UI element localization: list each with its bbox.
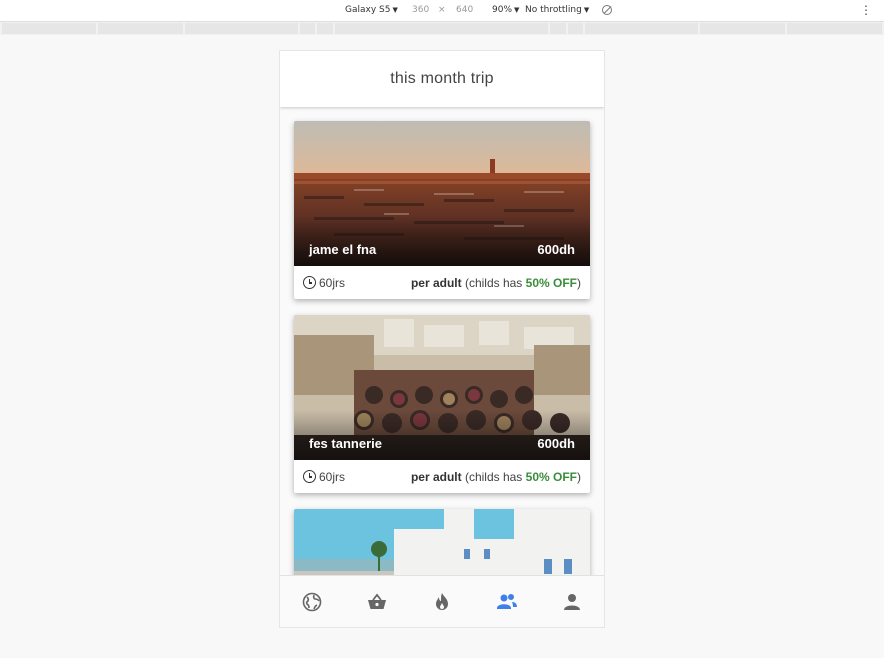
childs-label: (childs has xyxy=(461,275,526,290)
trip-card[interactable] xyxy=(294,509,590,577)
per-adult-label: per adult xyxy=(410,469,462,484)
more-options-icon[interactable]: ⋮ xyxy=(860,3,872,17)
trip-title: jame el fna xyxy=(309,242,377,257)
zoom-label: 90% xyxy=(492,5,513,15)
trip-image xyxy=(294,509,590,577)
nav-profile[interactable] xyxy=(552,582,592,622)
trip-footer: 60jrs per adult (childs has 50% OFF) xyxy=(294,266,590,299)
trip-title: fes tannerie xyxy=(309,436,382,451)
trip-card[interactable]: fes tannerie 600dh 60jrs per adult (chil… xyxy=(294,315,590,493)
zoom-select[interactable]: 90% ▼ xyxy=(492,5,519,15)
chevron-down-icon: ▼ xyxy=(514,6,520,14)
pricing-note: per adult (childs has 50% OFF) xyxy=(411,276,581,290)
trip-price: 600dh xyxy=(537,242,575,257)
rotate-button[interactable] xyxy=(602,5,612,18)
clock-icon xyxy=(303,470,316,483)
closing-paren: ) xyxy=(577,275,581,290)
discount-label: 50% OFF xyxy=(525,275,577,290)
childs-label: (childs has xyxy=(461,469,526,484)
nav-hot[interactable] xyxy=(422,582,462,622)
times-sign: × xyxy=(438,5,446,15)
trip-image: jame el fna 600dh xyxy=(294,121,590,266)
coast-town-image xyxy=(294,509,590,577)
height-field[interactable]: 640 xyxy=(456,5,473,15)
trip-footer: 60jrs per adult (childs has 50% OFF) xyxy=(294,460,590,493)
person-icon xyxy=(563,593,580,610)
trip-duration: 60jrs xyxy=(303,276,345,290)
globe-icon xyxy=(303,592,322,611)
devtools-toolbar: Galaxy S5 ▼ 360 × 640 90% ▼ No throttling ▼… xyxy=(0,0,884,22)
throttling-label: No throttling xyxy=(525,5,582,15)
trip-card[interactable]: jame el fna 600dh 60jrs per adult (child… xyxy=(294,121,590,299)
chevron-down-icon: ▼ xyxy=(583,6,590,14)
nav-basket[interactable] xyxy=(357,582,397,622)
discount-label: 50% OFF xyxy=(525,469,577,484)
fire-icon xyxy=(435,592,448,610)
basket-icon xyxy=(368,593,387,609)
trip-duration: 60jrs xyxy=(303,470,345,484)
closing-paren: ) xyxy=(577,469,581,484)
pricing-note: per adult (childs has 50% OFF) xyxy=(411,470,581,484)
nav-explore[interactable] xyxy=(292,582,332,622)
width-field[interactable]: 360 xyxy=(412,5,429,15)
device-select[interactable]: Galaxy S5 ▼ xyxy=(345,5,398,15)
bottom-nav xyxy=(280,575,604,627)
chevron-down-icon: ▼ xyxy=(392,6,398,14)
duration-label: 60jrs xyxy=(319,469,346,484)
nav-group[interactable] xyxy=(487,582,527,622)
device-label: Galaxy S5 xyxy=(345,5,391,15)
clock-icon xyxy=(303,276,316,289)
trip-list[interactable]: jame el fna 600dh 60jrs per adult (child… xyxy=(280,107,604,577)
media-query-ruler[interactable] xyxy=(0,22,884,35)
page-title: this month trip xyxy=(390,70,494,87)
trip-price: 600dh xyxy=(537,436,575,451)
no-throttle-icon xyxy=(602,5,612,15)
duration-label: 60jrs xyxy=(319,275,346,290)
app-header: this month trip xyxy=(280,51,604,107)
phone-viewport: this month trip jame el fna 600dh 60jrs … xyxy=(279,50,605,628)
trip-image: fes tannerie 600dh xyxy=(294,315,590,460)
throttling-select[interactable]: No throttling ▼ xyxy=(525,5,589,15)
group-icon xyxy=(496,593,517,609)
per-adult-label: per adult xyxy=(410,275,462,290)
